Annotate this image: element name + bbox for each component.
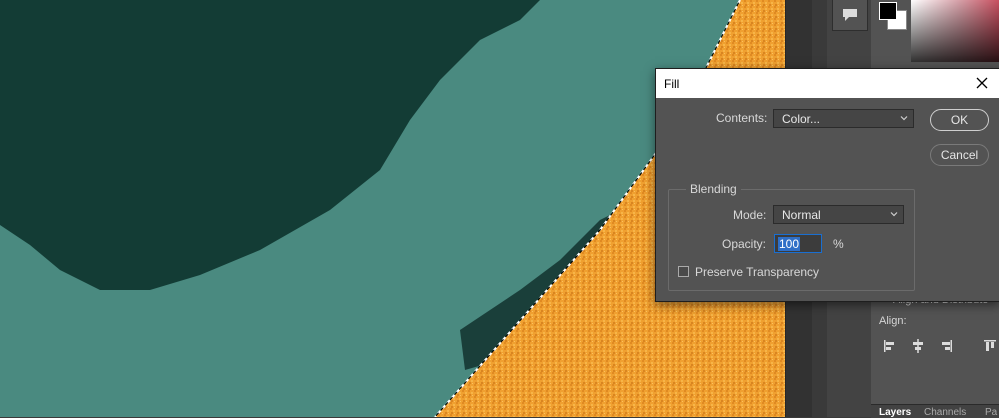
close-icon[interactable] — [973, 74, 991, 92]
cancel-button[interactable]: Cancel — [930, 144, 989, 166]
comment-panel-button[interactable] — [832, 0, 868, 31]
opacity-unit: % — [833, 237, 844, 251]
color-picker-field[interactable] — [911, 0, 999, 62]
contents-select[interactable]: Color... — [773, 109, 914, 128]
opacity-value: 100 — [778, 237, 801, 251]
tab-paths[interactable]: Pa — [985, 407, 997, 418]
align-right-icon[interactable] — [938, 338, 954, 354]
mode-label: Mode: — [733, 208, 767, 222]
opacity-label: Opacity: — [722, 237, 767, 251]
chevron-down-icon — [890, 212, 898, 217]
foreground-color-swatch[interactable] — [879, 2, 897, 20]
align-top-icon[interactable] — [982, 338, 998, 354]
dialog-title: Fill — [664, 77, 680, 91]
align-label: Align: — [879, 315, 907, 327]
align-center-icon[interactable] — [910, 338, 926, 354]
blending-label: Blending — [686, 182, 741, 196]
contents-label: Contents: — [716, 111, 768, 125]
opacity-input[interactable]: 100 — [774, 234, 822, 253]
comment-icon — [843, 9, 857, 21]
contents-value: Color... — [782, 112, 821, 126]
tab-layers[interactable]: Layers — [879, 407, 911, 418]
dialog-titlebar[interactable]: Fill — [656, 69, 999, 98]
preserve-transparency-label[interactable]: Preserve Transparency — [695, 265, 819, 279]
mode-value: Normal — [782, 208, 821, 222]
layers-panel-tabs: Layers Channels Pa — [871, 404, 999, 418]
ok-button[interactable]: OK — [930, 109, 989, 131]
tab-channels[interactable]: Channels — [924, 407, 966, 418]
mode-select[interactable]: Normal — [773, 205, 904, 224]
chevron-down-icon — [900, 116, 908, 121]
fill-dialog: Fill Contents: Color... OK Cancel Blendi… — [655, 68, 999, 302]
preserve-transparency-checkbox[interactable] — [678, 266, 689, 277]
align-left-icon[interactable] — [882, 338, 898, 354]
